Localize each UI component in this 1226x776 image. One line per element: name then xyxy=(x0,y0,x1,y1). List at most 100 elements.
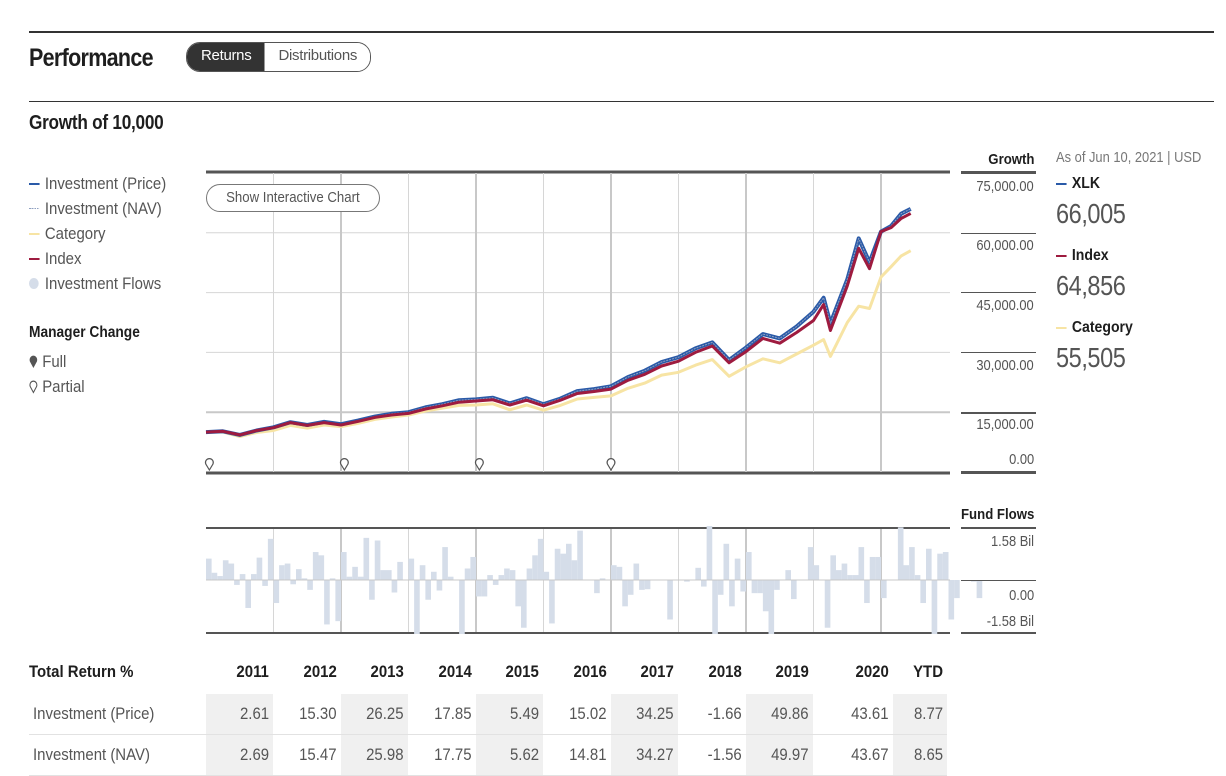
flows-tick-label: 1.58 Bil xyxy=(990,533,1034,550)
table-cell: 43.61 xyxy=(851,704,889,723)
summary-xlk-value: 66,005 xyxy=(1056,198,1126,229)
flow-bar xyxy=(881,580,887,599)
flow-bar xyxy=(335,580,341,622)
row-label: Investment (Price) xyxy=(33,704,155,723)
y-tick-label: 75,000.00 xyxy=(976,178,1034,195)
flow-bar xyxy=(425,580,431,600)
flow-bar xyxy=(487,575,493,580)
flow-bar xyxy=(751,580,758,594)
as-of-date: As of Jun 10, 2021 | USD xyxy=(1056,149,1202,166)
table-cell: 15.47 xyxy=(299,745,337,764)
flow-bar xyxy=(740,580,746,592)
flow-bar xyxy=(386,570,392,580)
flow-bar xyxy=(391,580,398,593)
growth-axis-title: Growth xyxy=(987,151,1034,168)
summary-category-label: Category xyxy=(1056,319,1133,337)
flow-bar xyxy=(717,580,724,595)
flow-bar xyxy=(729,580,735,607)
column-header: 2015 xyxy=(505,662,539,681)
flow-bar xyxy=(594,580,600,594)
flow-bar xyxy=(942,552,949,580)
table-cell: 26.25 xyxy=(341,694,408,734)
flow-bar xyxy=(830,555,836,580)
flow-bar xyxy=(768,580,775,634)
flow-bar xyxy=(627,580,634,595)
flow-bar xyxy=(762,580,769,612)
flows-tick-label: -1.58 Bil xyxy=(986,613,1034,630)
flow-bar xyxy=(931,580,938,634)
flow-bar xyxy=(914,575,921,580)
flow-bar xyxy=(526,568,533,580)
column-header: 2019 xyxy=(775,662,809,681)
flow-bar xyxy=(436,580,443,591)
row-label: Investment (NAV) xyxy=(33,745,150,764)
flow-bar xyxy=(397,561,403,580)
flow-bar xyxy=(492,580,499,585)
flow-bar xyxy=(217,576,223,580)
flow-bar xyxy=(509,570,516,580)
growth-axis-bottom-rule xyxy=(961,471,1036,474)
flow-bar xyxy=(234,580,240,585)
flow-bar xyxy=(701,580,707,587)
table-cell: 17.85 xyxy=(434,704,472,723)
flow-bar xyxy=(852,575,859,580)
y-tick-label: 45,000.00 xyxy=(976,297,1034,314)
flow-bar xyxy=(746,552,752,580)
column-header: 2012 xyxy=(303,662,337,681)
column-header: YTD xyxy=(913,662,943,681)
table-cell: 15.02 xyxy=(569,704,607,723)
flow-bar xyxy=(712,580,718,634)
table-cell: 8.65 xyxy=(893,735,947,775)
flow-bar xyxy=(228,563,235,580)
table-cell: 34.27 xyxy=(611,735,678,775)
column-header: 2017 xyxy=(640,662,674,681)
flow-bar xyxy=(414,580,420,634)
table-cell: 49.97 xyxy=(746,735,813,775)
flow-bar xyxy=(571,560,578,580)
column-header: 2018 xyxy=(708,662,742,681)
y-tick-rule xyxy=(961,292,1036,293)
flow-bar xyxy=(442,547,448,580)
table-cell: -1.66 xyxy=(707,704,742,723)
flow-bar xyxy=(774,580,780,590)
flow-bar xyxy=(211,572,218,580)
flow-bar xyxy=(273,580,280,604)
flow-bar xyxy=(791,580,797,600)
y-tick-label: 15,000.00 xyxy=(976,416,1034,433)
flow-bar xyxy=(498,575,505,580)
show-interactive-chart-button[interactable]: Show Interactive Chart xyxy=(206,184,380,212)
flow-bar xyxy=(695,567,701,580)
flow-bar xyxy=(667,580,673,620)
flow-bar xyxy=(577,530,583,580)
summary-index-value: 64,856 xyxy=(1056,270,1126,301)
flow-bar xyxy=(318,555,325,580)
table-cell: -1.56 xyxy=(707,745,742,764)
flow-bar xyxy=(543,571,550,580)
flow-bar xyxy=(948,580,955,620)
growth-axis-top-rule xyxy=(961,171,1036,174)
flow-bar xyxy=(341,552,347,580)
flow-bar xyxy=(920,580,926,604)
flow-bar xyxy=(864,580,870,604)
flow-bar xyxy=(616,566,623,580)
flow-bar xyxy=(847,575,853,580)
flow-bar xyxy=(239,574,246,580)
table-cell: 5.62 xyxy=(476,735,543,775)
flow-bar xyxy=(976,580,983,599)
flow-bar xyxy=(937,553,943,580)
flow-bar xyxy=(380,570,386,580)
flow-bar xyxy=(875,556,881,580)
flow-bar xyxy=(504,568,510,580)
table-cell: 15.30 xyxy=(299,704,337,723)
manager-change-marker-icon xyxy=(204,458,214,472)
flows-tick-label: 0.00 xyxy=(1008,587,1034,604)
flow-bar xyxy=(515,580,521,607)
xlk-swatch-icon xyxy=(1056,183,1067,185)
pin-outline-icon xyxy=(606,458,616,472)
flow-bar xyxy=(363,537,370,580)
flow-bar xyxy=(824,580,831,628)
flow-bar xyxy=(549,580,555,624)
table-cell: 5.49 xyxy=(476,694,543,734)
series-line-index xyxy=(205,212,912,437)
flow-bar xyxy=(734,558,741,580)
